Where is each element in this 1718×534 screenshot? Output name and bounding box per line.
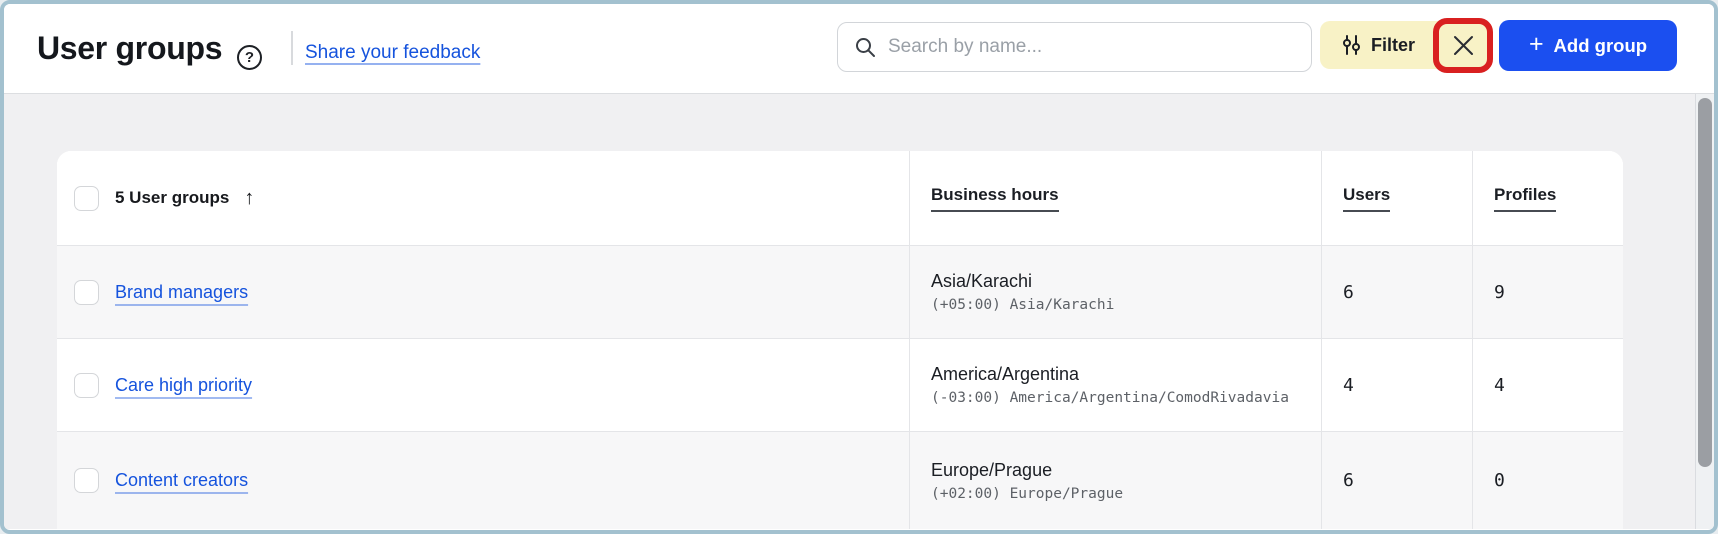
cell-business-hours: America/Argentina (-03:00) America/Argen… [909, 339, 1321, 431]
column-header-business-hours[interactable]: Business hours [931, 185, 1059, 212]
sort-header-name[interactable]: 5 User groups ↑ [115, 187, 254, 210]
feedback-link[interactable]: Share your feedback [305, 42, 480, 64]
cell-name: Care high priority [57, 339, 909, 431]
scrollbar-thumb[interactable] [1698, 98, 1712, 467]
filter-button-label: Filter [1371, 35, 1415, 56]
add-group-button[interactable]: + Add group [1499, 20, 1677, 71]
search-input[interactable] [888, 36, 1297, 58]
cell-business-hours: Europe/Prague (+02:00) Europe/Prague [909, 432, 1321, 529]
row-checkbox[interactable] [74, 468, 99, 493]
table-row: Brand managers Asia/Karachi (+05:00) Asi… [57, 246, 1623, 339]
timezone-name: America/Argentina [931, 364, 1079, 385]
header-divider [291, 31, 293, 65]
timezone-name: Europe/Prague [931, 460, 1052, 481]
cell-profiles-count: 0 [1472, 432, 1623, 529]
timezone-detail: (-03:00) America/Argentina/ComodRivadavi… [931, 390, 1289, 406]
column-header-users[interactable]: Users [1343, 185, 1390, 212]
header-cell-business-hours: Business hours [909, 151, 1321, 245]
cell-name: Brand managers [57, 246, 909, 338]
timezone-detail: (+05:00) Asia/Karachi [931, 297, 1114, 313]
timezone-detail: (+02:00) Europe/Prague [931, 486, 1123, 502]
help-icon[interactable]: ? [237, 45, 262, 70]
content-area: 5 User groups ↑ Business hours Users Pro… [4, 94, 1714, 529]
group-name-link[interactable]: Brand managers [115, 282, 248, 303]
header-cell-profiles: Profiles [1472, 151, 1623, 245]
row-checkbox[interactable] [74, 373, 99, 398]
cell-users-count: 6 [1321, 246, 1472, 338]
plus-icon: + [1529, 32, 1544, 57]
cell-name: Content creators [57, 432, 909, 529]
group-name-link[interactable]: Care high priority [115, 375, 252, 396]
select-all-label: 5 User groups [115, 188, 229, 208]
table-row: Care high priority America/Argentina (-0… [57, 339, 1623, 432]
group-name-link[interactable]: Content creators [115, 470, 248, 491]
table-header-row: 5 User groups ↑ Business hours Users Pro… [57, 151, 1623, 246]
search-icon [853, 35, 877, 59]
row-checkbox[interactable] [74, 280, 99, 305]
app-window: User groups ? Share your feedback Filter [0, 0, 1718, 534]
page-title: User groups [37, 30, 222, 67]
sort-ascending-icon: ↑ [244, 187, 254, 210]
user-groups-table: 5 User groups ↑ Business hours Users Pro… [57, 151, 1623, 529]
filter-sliders-icon [1341, 34, 1362, 56]
cell-users-count: 6 [1321, 432, 1472, 529]
cell-users-count: 4 [1321, 339, 1472, 431]
header-cell-name: 5 User groups ↑ [57, 151, 909, 245]
filter-button[interactable]: Filter [1320, 21, 1493, 69]
select-all-checkbox[interactable] [74, 186, 99, 211]
cell-business-hours: Asia/Karachi (+05:00) Asia/Karachi [909, 246, 1321, 338]
vertical-scrollbar[interactable] [1695, 94, 1714, 529]
table-row: Content creators Europe/Prague (+02:00) … [57, 432, 1623, 529]
add-group-label: Add group [1554, 35, 1648, 57]
cell-profiles-count: 4 [1472, 339, 1623, 431]
close-icon [1452, 34, 1475, 57]
search-box[interactable] [837, 22, 1312, 72]
clear-filter-button[interactable] [1433, 21, 1493, 69]
timezone-name: Asia/Karachi [931, 271, 1032, 292]
page-header: User groups ? Share your feedback Filter [4, 4, 1714, 94]
column-header-profiles[interactable]: Profiles [1494, 185, 1556, 212]
cell-profiles-count: 9 [1472, 246, 1623, 338]
header-cell-users: Users [1321, 151, 1472, 245]
